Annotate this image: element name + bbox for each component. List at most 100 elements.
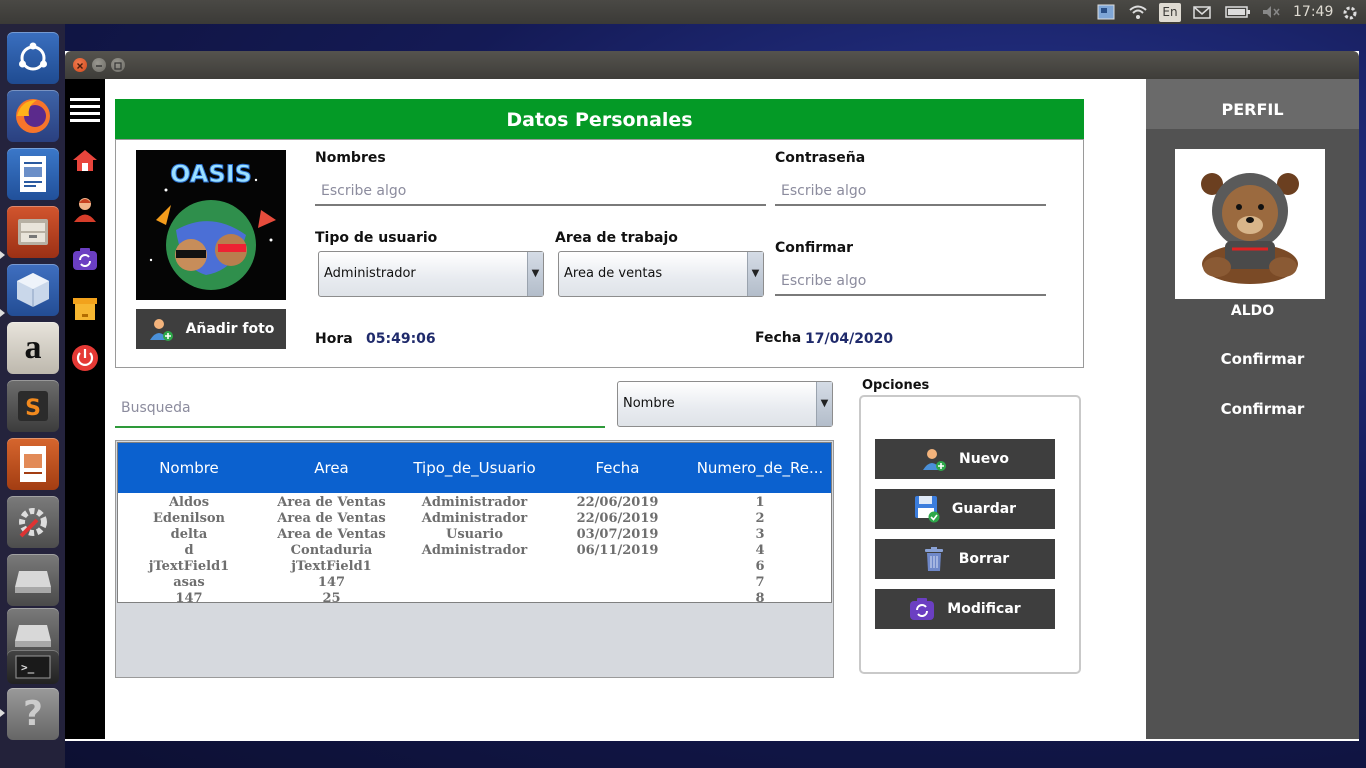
area-trabajo-label: Area de trabajo xyxy=(555,230,678,246)
nuevo-button[interactable]: Nuevo xyxy=(875,439,1055,479)
table-cell: Administrador xyxy=(421,543,528,558)
keyboard-layout-indicator[interactable]: En xyxy=(1159,3,1181,22)
nombres-input[interactable]: Escribe algo xyxy=(315,176,766,206)
add-user-icon xyxy=(148,316,174,342)
files-icon[interactable] xyxy=(7,206,59,258)
opciones-label: Opciones xyxy=(862,378,930,393)
running-indicator xyxy=(0,709,5,717)
search-filter-select[interactable]: Nombre ▼ xyxy=(617,381,833,427)
menu-icon[interactable] xyxy=(70,94,100,124)
home-icon[interactable] xyxy=(70,145,100,175)
table-cell: Contaduria xyxy=(290,543,373,558)
table-row[interactable]: Aldos Area de Ventas Administrador 22/06/20… xyxy=(118,495,831,511)
table-cell xyxy=(403,591,546,607)
maximize-window-button[interactable] xyxy=(111,58,125,72)
modificar-button[interactable]: Modificar xyxy=(875,589,1055,629)
table-row[interactable]: d Contaduria Administrador 06/11/2019 4 xyxy=(118,543,831,559)
trash-icon xyxy=(921,546,947,572)
contrasena-input[interactable]: Escribe algo xyxy=(775,176,1046,206)
tipo-usuario-value: Administrador xyxy=(324,266,416,281)
opciones-panel xyxy=(859,395,1081,674)
table-cell: Administrador xyxy=(421,511,528,526)
add-photo-button[interactable]: Añadir foto xyxy=(136,309,286,349)
box-icon[interactable] xyxy=(70,293,100,323)
table-cell: Aldos xyxy=(168,495,210,510)
network-indicator-icon[interactable] xyxy=(1097,4,1117,20)
user-photo: OASIS xyxy=(136,150,286,300)
wifi-icon[interactable] xyxy=(1128,4,1148,20)
guardar-label: Guardar xyxy=(951,501,1017,517)
table-cell: jTextField1 xyxy=(148,559,230,574)
volume-muted-icon[interactable] xyxy=(1261,4,1281,20)
table-cell: 4 xyxy=(755,543,765,558)
table-row[interactable]: 147 25 8 xyxy=(118,591,831,607)
table-cell: 1 xyxy=(755,495,765,510)
tipo-usuario-select[interactable]: Administrador ▼ xyxy=(318,251,544,297)
confirmar-link-2[interactable]: Confirmar xyxy=(1156,400,1366,418)
system-gear-icon[interactable] xyxy=(1341,4,1359,20)
running-indicator xyxy=(0,251,5,259)
nuevo-label: Nuevo xyxy=(959,451,1009,467)
column-header[interactable]: Area xyxy=(260,443,403,493)
terminal-icon[interactable]: >_ xyxy=(7,650,59,684)
column-header[interactable]: Numero_de_Re... xyxy=(689,443,831,493)
area-trabajo-select[interactable]: Area de ventas ▼ xyxy=(558,251,764,297)
table-cell: asas xyxy=(173,575,205,590)
minimize-window-button[interactable] xyxy=(92,58,106,72)
column-header[interactable]: Tipo_de_Usuario xyxy=(403,443,546,493)
table-cell: 22/06/2019 xyxy=(576,511,659,526)
table-cell: 2 xyxy=(755,511,765,526)
datos-personales-header: Datos Personales xyxy=(115,99,1084,139)
search-input[interactable]: Busqueda xyxy=(115,390,605,428)
profile-avatar xyxy=(1175,149,1325,299)
chevron-down-icon: ▼ xyxy=(816,382,832,426)
mail-icon[interactable] xyxy=(1192,4,1212,20)
column-header[interactable]: Nombre xyxy=(118,443,260,493)
running-indicator xyxy=(0,309,5,317)
table-row[interactable]: asas 147 7 xyxy=(118,575,831,591)
virtualbox-icon[interactable] xyxy=(7,264,59,316)
table-cell: Area de Ventas xyxy=(277,495,386,510)
table-row[interactable]: jTextField1 jTextField1 6 xyxy=(118,559,831,575)
table-cell: 8 xyxy=(755,591,765,606)
impress-icon[interactable] xyxy=(7,438,59,490)
table-cell: delta xyxy=(170,527,208,542)
users-table-viewport: Nombre Area Tipo_de_Usuario Fecha Numero… xyxy=(117,442,832,606)
drive-icon[interactable] xyxy=(7,554,59,606)
users-table: Nombre Area Tipo_de_Usuario Fecha Numero… xyxy=(115,440,834,678)
user-icon[interactable] xyxy=(70,194,100,224)
sublime-icon[interactable]: S xyxy=(7,380,59,432)
guardar-button[interactable]: Guardar xyxy=(875,489,1055,529)
firefox-icon[interactable] xyxy=(7,90,59,142)
close-window-button[interactable] xyxy=(73,58,87,72)
table-body: Aldos Area de Ventas Administrador 22/06/20… xyxy=(118,495,831,607)
tipo-usuario-label: Tipo de usuario xyxy=(315,230,438,246)
amazon-icon[interactable]: a xyxy=(7,322,59,374)
battery-icon[interactable] xyxy=(1225,4,1251,20)
borrar-button[interactable]: Borrar xyxy=(875,539,1055,579)
table-cell: 3 xyxy=(755,527,765,542)
table-cell: jTextField1 xyxy=(291,559,372,574)
table-cell: Area de Ventas xyxy=(277,511,386,526)
settings-icon[interactable] xyxy=(7,496,59,548)
clock[interactable]: 17:49 xyxy=(1293,0,1333,24)
chevron-down-icon: ▼ xyxy=(747,252,763,296)
table-cell: 147 xyxy=(317,575,346,590)
confirmar-input[interactable]: Escribe algo xyxy=(775,266,1046,296)
svg-text:>_: >_ xyxy=(21,661,35,674)
writer-icon[interactable] xyxy=(7,148,59,200)
table-cell: 147 xyxy=(175,591,203,606)
power-icon[interactable] xyxy=(70,343,100,373)
profile-name: ALDO xyxy=(1230,303,1275,319)
table-row[interactable]: delta Area de Ventas Usuario 03/07/2019 3 xyxy=(118,527,831,543)
table-cell: 22/06/2019 xyxy=(576,495,659,510)
window-titlebar[interactable] xyxy=(65,51,1359,79)
help-icon[interactable]: ? xyxy=(7,688,59,740)
confirmar-link-1[interactable]: Confirmar xyxy=(1156,350,1366,368)
column-header[interactable]: Fecha xyxy=(546,443,689,493)
borrar-label: Borrar xyxy=(958,551,1010,567)
app-window: Datos Personales OASIS Añadir foto Nombr… xyxy=(65,51,1359,741)
refresh-icon[interactable] xyxy=(70,244,100,274)
ubuntu-dash-icon[interactable] xyxy=(7,32,59,84)
table-row[interactable]: Edenilson Area de Ventas Administrador 22/0… xyxy=(118,511,831,527)
